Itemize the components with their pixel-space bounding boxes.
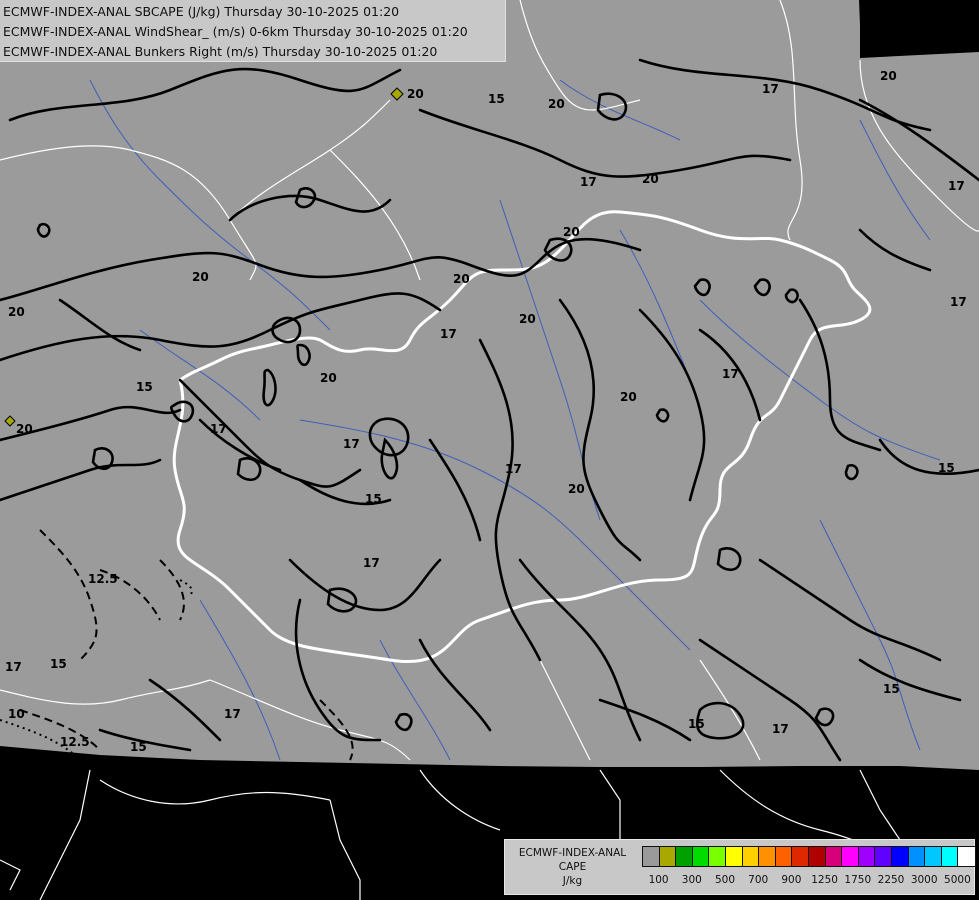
legend-swatch	[725, 847, 743, 866]
legend-tick-label: 1250	[811, 874, 838, 886]
legend-tick-label: 700	[748, 874, 769, 886]
contour-label: 17	[762, 82, 779, 96]
legend-swatch	[925, 847, 942, 866]
legend-tick-labels: 100 300 500 700 900 1250 1750 2250 3000 5000	[645, 874, 971, 888]
contour-label: 20	[880, 69, 897, 83]
legend-tick-label: 5000	[944, 874, 971, 886]
legend-swatch	[842, 847, 859, 866]
contour-label: 20	[563, 225, 580, 239]
contour-label: 20	[453, 272, 470, 286]
legend-swatch	[891, 847, 909, 866]
legend-tick-label: 900	[781, 874, 802, 886]
legend-tick-label: 3000	[910, 874, 938, 886]
cape-legend: ECMWF-INDEX-ANAL CAPE J/kg 100 300 500 700 9…	[504, 839, 976, 895]
contour-label: 17	[224, 707, 241, 721]
contour-label: 20	[192, 270, 209, 284]
contour-label: 15	[130, 740, 147, 754]
contour-label: 17	[343, 437, 360, 451]
contour-label: 20	[320, 371, 337, 385]
legend-swatch	[875, 847, 892, 866]
weather-map: 20 15 20 17 20 17 20 17 20 20 20 17 20 1…	[0, 0, 979, 900]
legend-tick-label: 300	[681, 874, 702, 886]
title-sbcape: ECMWF-INDEX-ANAL SBCAPE (J/kg) Thursday …	[3, 4, 400, 19]
legend-swatch	[709, 847, 726, 866]
contour-label: 20	[548, 97, 565, 111]
contour-label: 15	[883, 682, 900, 696]
legend-title-model: ECMWF-INDEX-ANAL	[518, 847, 627, 859]
title-bunkers-right: ECMWF-INDEX-ANAL Bunkers Right (m/s) Thu…	[3, 44, 438, 59]
legend-title-unit: J/kg	[562, 875, 583, 887]
contour-label: 17	[948, 179, 965, 193]
contour-label: 17	[440, 327, 457, 341]
legend-swatch	[958, 847, 975, 866]
legend-tick-label: 1750	[844, 874, 872, 886]
contour-label: 15	[938, 461, 955, 475]
legend-title-variable: CAPE	[558, 861, 587, 873]
contour-label: 17	[772, 722, 789, 736]
legend-tick-label: 100	[648, 874, 669, 886]
contour-label: 12.5	[60, 735, 90, 749]
contour-label: 15	[136, 380, 153, 394]
contour-label: 17	[210, 422, 227, 436]
legend-tick-label: 500	[714, 874, 736, 886]
legend-swatch	[808, 847, 826, 866]
contour-label: 17	[363, 556, 380, 570]
contour-label: 20	[642, 172, 659, 186]
contour-label: 20	[519, 312, 536, 326]
legend-swatch	[775, 847, 793, 866]
contour-label: 15	[50, 657, 67, 671]
legend-swatch	[941, 847, 959, 866]
contour-label: 15	[365, 492, 382, 506]
contour-label: 12.5	[88, 572, 118, 586]
legend-swatch	[759, 847, 776, 866]
legend-color-scale	[642, 846, 976, 867]
contour-label: 20	[8, 305, 25, 319]
title-header: ECMWF-INDEX-ANAL SBCAPE (J/kg) Thursday …	[0, 0, 506, 62]
legend-swatch	[742, 847, 760, 866]
legend-swatch	[659, 847, 677, 866]
legend-swatch	[792, 847, 809, 866]
contour-label: 17	[580, 175, 597, 189]
contour-label: 15	[688, 717, 705, 731]
legend-tick-label: 2250	[877, 874, 905, 886]
legend-swatch	[676, 847, 693, 866]
contour-label: 20	[620, 390, 637, 404]
contour-label: 17	[950, 295, 967, 309]
contour-label: 20	[407, 87, 424, 101]
legend-swatch	[643, 847, 660, 866]
contour-label: 17	[5, 660, 22, 674]
contour-label: 20	[16, 422, 33, 436]
legend-swatch	[692, 847, 710, 866]
contour-label: 17	[505, 462, 522, 476]
legend-title: ECMWF-INDEX-ANAL CAPE J/kg	[505, 846, 640, 888]
legend-swatch	[858, 847, 876, 866]
contour-label: 17	[722, 367, 739, 381]
legend-swatch	[908, 847, 926, 866]
contour-label: 15	[488, 92, 505, 106]
legend-swatch	[825, 847, 843, 866]
contour-label: 10	[8, 707, 25, 721]
title-windshear: ECMWF-INDEX-ANAL WindShear_ (m/s) 0-6km …	[3, 24, 468, 39]
contour-label: 20	[568, 482, 585, 496]
